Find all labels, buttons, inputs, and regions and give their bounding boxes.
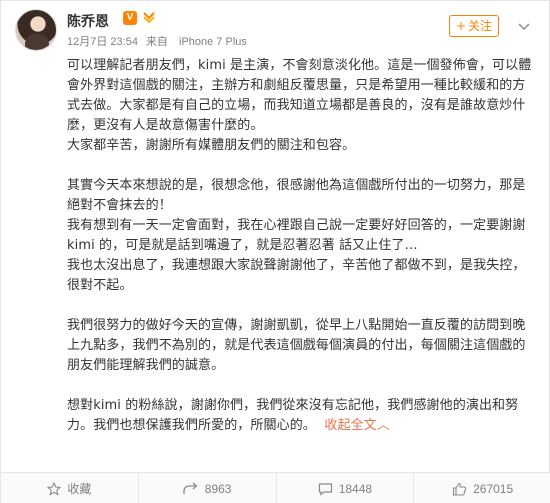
- post-paragraph-text: 想對kimi 的粉絲說，謝謝你們，我們從來沒有忘記他，我們感謝他的演出和努力。我…: [67, 398, 519, 433]
- action-bar: 收藏 8963 18448 267015: [1, 472, 550, 503]
- post-paragraph: 其實今天本來想說的是，很想念他，很感謝他為這個戲所付出的一切努力，那是絕對不會抹…: [67, 178, 526, 213]
- weibo-post-card: 陈乔恩 V 12月7日 23:54 来自 iPhone 7 Plus + 关注 可以…: [0, 0, 550, 503]
- post-paragraph: 大家都辛苦，謝謝所有媒體朋友們的關注和包容。: [67, 138, 356, 153]
- collapse-link[interactable]: 收起全文︿: [324, 418, 390, 433]
- favorite-button[interactable]: 收藏: [1, 473, 139, 503]
- repost-icon: [183, 482, 198, 494]
- post-paragraph: 我們很努力的做好今天的宣傳，謝謝凱凱，從早上八點開始一直反覆的訪問到晚上九點多，…: [67, 318, 526, 373]
- chevron-up-icon: ︿: [376, 418, 390, 433]
- collapse-label: 收起全文: [324, 418, 377, 433]
- post-content: 可以理解記者朋友們，kimi 是主演，不會刻意淡化他。這是一個發佈會，可以體會外…: [67, 56, 535, 436]
- repost-button[interactable]: 8963: [139, 473, 277, 503]
- plus-icon: +: [455, 19, 467, 33]
- post-meta: 12月7日 23:54 来自 iPhone 7 Plus: [67, 33, 255, 49]
- vip-badge-icon: [143, 12, 155, 24]
- favorite-label: 收藏: [67, 482, 92, 496]
- post-source: iPhone 7 Plus: [179, 36, 247, 48]
- post-paragraph: 可以理解記者朋友們，kimi 是主演，不會刻意淡化他。這是一個發佈會，可以體會外…: [67, 58, 532, 133]
- repost-count: 8963: [204, 481, 232, 496]
- thumbs-up-icon: [453, 482, 467, 496]
- post-header: 陈乔恩 V 12月7日 23:54 来自 iPhone 7 Plus + 关注: [1, 1, 550, 57]
- post-timestamp[interactable]: 12月7日 23:54: [67, 36, 138, 48]
- like-button[interactable]: 267015: [414, 473, 550, 503]
- post-paragraph-last: 想對kimi 的粉絲說，謝謝你們，我們從來沒有忘記他，我們感謝他的演出和努力。我…: [67, 396, 535, 436]
- comment-count: 18448: [338, 481, 373, 496]
- author-name[interactable]: 陈乔恩: [67, 11, 109, 31]
- post-paragraph: 我也太沒出息了，我連想跟大家說聲謝謝他了，辛苦他了都做不到，是我失控，很對不起。: [67, 258, 526, 293]
- source-prefix: 来自: [145, 36, 168, 48]
- chevron-down-icon[interactable]: [516, 19, 532, 33]
- comment-icon: [318, 482, 332, 496]
- verified-icon: V: [123, 11, 137, 25]
- post-paragraph: 我有想到有一天一定會面對，我在心裡跟自己說一定要好好回答的，一定要謝謝 kimi…: [67, 218, 526, 253]
- follow-button[interactable]: + 关注: [449, 15, 499, 37]
- follow-label: 关注: [468, 19, 493, 33]
- comment-button[interactable]: 18448: [277, 473, 415, 503]
- avatar[interactable]: [15, 9, 57, 51]
- like-count: 267015: [473, 481, 514, 496]
- star-icon: [47, 481, 62, 496]
